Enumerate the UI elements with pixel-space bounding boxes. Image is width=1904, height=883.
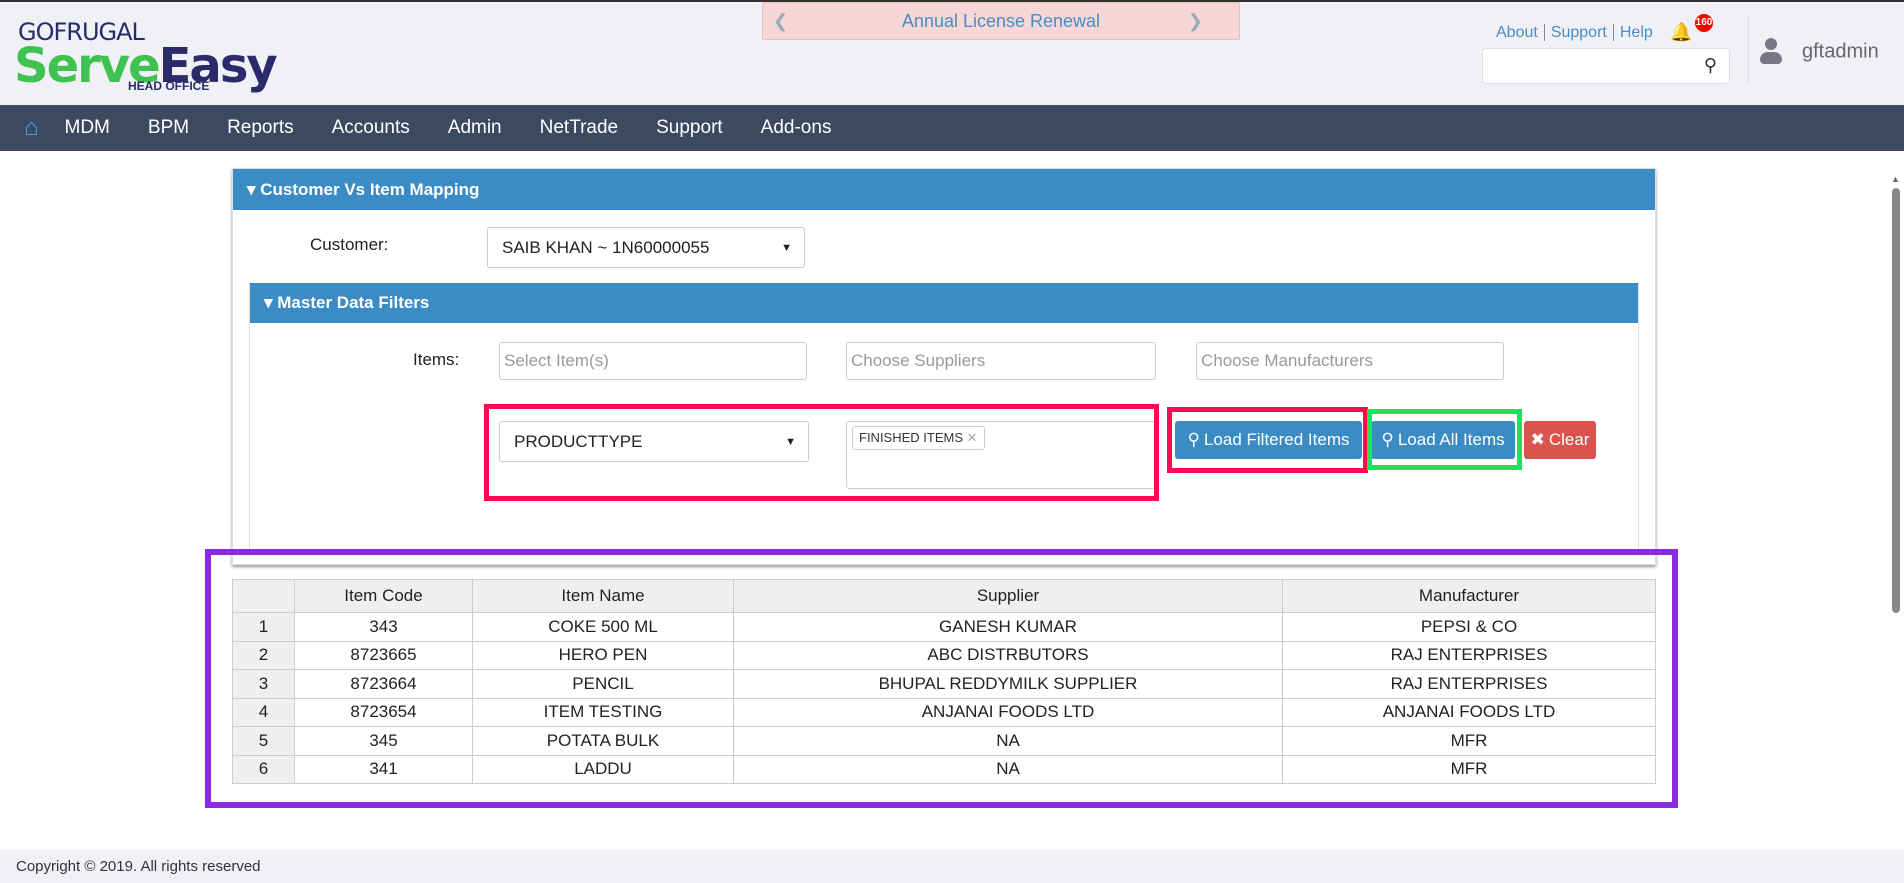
- item-name-cell: ITEM TESTING: [472, 697, 734, 727]
- manufacturer-cell: MFR: [1282, 726, 1656, 756]
- highlight-box-green: [1367, 409, 1522, 470]
- main-nav: ⌂ MDM BPM Reports Accounts Admin NetTrad…: [0, 105, 1904, 151]
- customer-select[interactable]: SAIB KHAN ~ 1N60000055 ▼: [487, 227, 805, 268]
- manufacturer-cell: RAJ ENTERPRISES: [1282, 640, 1656, 670]
- item-name-cell: HERO PEN: [472, 640, 734, 670]
- bell-icon[interactable]: 🔔: [1670, 22, 1692, 43]
- license-banner[interactable]: ❮ Annual License Renewal ❯: [762, 2, 1240, 40]
- supplier-cell: ANJANAI FOODS LTD: [733, 697, 1283, 727]
- item-code-cell: 345: [294, 726, 473, 756]
- clear-button[interactable]: ✖ Clear: [1524, 421, 1596, 459]
- clear-label: Clear: [1548, 430, 1590, 449]
- row-index-cell: 3: [232, 669, 295, 699]
- nav-mdm[interactable]: MDM: [65, 117, 110, 139]
- manufacturer-cell: PEPSI & CO: [1282, 612, 1656, 642]
- table-row[interactable]: 2 8723665 HERO PEN ABC DISTRBUTORS RAJ ENTER…: [232, 640, 1656, 670]
- supplier-cell: NA: [733, 726, 1283, 756]
- nav-support[interactable]: Support: [656, 117, 723, 139]
- items-placeholder: Select Item(s): [504, 351, 609, 370]
- suppliers-input[interactable]: Choose Suppliers: [846, 342, 1156, 380]
- scrollbar-thumb[interactable]: [1892, 188, 1900, 613]
- notification-badge: 160: [1695, 14, 1713, 32]
- manufacturer-cell: RAJ ENTERPRISES: [1282, 669, 1656, 699]
- filters-title: Master Data Filters: [277, 293, 430, 312]
- supplier-cell: ABC DISTRBUTORS: [733, 640, 1283, 670]
- divider: [1748, 15, 1749, 85]
- banner-text[interactable]: Annual License Renewal: [902, 11, 1100, 31]
- support-link[interactable]: Support: [1544, 24, 1614, 41]
- table-row[interactable]: 3 8723664 PENCIL BHUPAL REDDYMILK SUPPLIER R…: [232, 669, 1656, 699]
- item-code-cell: 8723654: [294, 697, 473, 727]
- suppliers-placeholder: Choose Suppliers: [851, 351, 986, 370]
- manufacturer-cell: ANJANAI FOODS LTD: [1282, 697, 1656, 727]
- panel-header[interactable]: ▾ Customer Vs Item Mapping: [233, 169, 1655, 210]
- row-index-cell: 2: [232, 640, 295, 670]
- table-header-row: Item Code Item Name Supplier Manufacture…: [232, 579, 1656, 613]
- item-code-cell: 343: [294, 612, 473, 642]
- supplier-cell: GANESH KUMAR: [733, 612, 1283, 642]
- item-name-cell: POTATA BULK: [472, 726, 734, 756]
- scrollbar[interactable]: ▲: [1888, 168, 1904, 850]
- table-row[interactable]: 5 345 POTATA BULK NA MFR: [232, 726, 1656, 756]
- item-name-cell: COKE 500 ML: [472, 612, 734, 642]
- header-supplier[interactable]: Supplier: [733, 579, 1283, 613]
- supplier-cell: NA: [733, 754, 1283, 784]
- panel-title: Customer Vs Item Mapping: [260, 180, 480, 199]
- highlight-box-red: [484, 404, 1159, 501]
- chevron-right-icon[interactable]: ❯: [1188, 3, 1203, 39]
- manufacturer-cell: MFR: [1282, 754, 1656, 784]
- item-name-cell: PENCIL: [472, 669, 734, 699]
- highlight-box-red: [1167, 407, 1368, 473]
- nav-addons[interactable]: Add-ons: [761, 117, 832, 139]
- header-manufacturer[interactable]: Manufacturer: [1282, 579, 1656, 613]
- customer-value: SAIB KHAN ~ 1N60000055: [502, 237, 710, 257]
- help-link[interactable]: Help: [1614, 24, 1659, 41]
- clear-icon: ✖: [1530, 430, 1545, 449]
- item-code-cell: 8723664: [294, 669, 473, 699]
- nav-nettrade[interactable]: NetTrade: [540, 117, 619, 139]
- nav-admin[interactable]: Admin: [448, 117, 502, 139]
- user-icon: [1760, 38, 1782, 66]
- row-index-cell: 5: [232, 726, 295, 756]
- row-index-cell: 6: [232, 754, 295, 784]
- table-row[interactable]: 4 8723654 ITEM TESTING ANJANAI FOODS LTD ANJ…: [232, 697, 1656, 727]
- filters-header[interactable]: ▾ Master Data Filters: [250, 283, 1638, 323]
- about-link[interactable]: About: [1490, 24, 1545, 41]
- table-row[interactable]: 6 341 LADDU NA MFR: [232, 754, 1656, 784]
- search-input[interactable]: ⚲: [1482, 48, 1730, 84]
- row-index-cell: 1: [232, 612, 295, 642]
- nav-accounts[interactable]: Accounts: [332, 117, 410, 139]
- nav-bpm[interactable]: BPM: [148, 117, 189, 139]
- username[interactable]: gftadmin: [1802, 40, 1879, 62]
- user-menu[interactable]: gftadmin: [1760, 38, 1879, 66]
- items-table: Item Code Item Name Supplier Manufacture…: [232, 579, 1656, 784]
- top-links: About Support Help: [1490, 24, 1659, 42]
- nav-reports[interactable]: Reports: [227, 117, 294, 139]
- header-item-code[interactable]: Item Code: [294, 579, 473, 613]
- supplier-cell: BHUPAL REDDYMILK SUPPLIER: [733, 669, 1283, 699]
- search-icon[interactable]: ⚲: [1704, 55, 1717, 76]
- scroll-up-icon[interactable]: ▲: [1891, 174, 1900, 184]
- home-icon[interactable]: ⌂: [24, 114, 39, 142]
- item-name-cell: LADDU: [472, 754, 734, 784]
- customer-label: Customer:: [310, 235, 389, 254]
- items-input[interactable]: Select Item(s): [499, 342, 807, 380]
- header-index: [232, 579, 295, 613]
- chevron-left-icon[interactable]: ❮: [773, 3, 788, 39]
- item-code-cell: 341: [294, 754, 473, 784]
- row-index-cell: 4: [232, 697, 295, 727]
- table-row[interactable]: 1 343 COKE 500 ML GANESH KUMAR PEPSI & CO: [232, 612, 1656, 642]
- logo-edition: HEAD OFFICE: [128, 79, 210, 93]
- item-code-cell: 8723665: [294, 640, 473, 670]
- items-label: Items:: [413, 350, 460, 369]
- footer: Copyright © 2019. All rights reserved: [0, 850, 1904, 883]
- manufacturers-input[interactable]: Choose Manufacturers: [1196, 342, 1504, 380]
- manufacturers-placeholder: Choose Manufacturers: [1201, 351, 1373, 370]
- header-item-name[interactable]: Item Name: [472, 579, 734, 613]
- caret-down-icon: ▼: [781, 241, 792, 254]
